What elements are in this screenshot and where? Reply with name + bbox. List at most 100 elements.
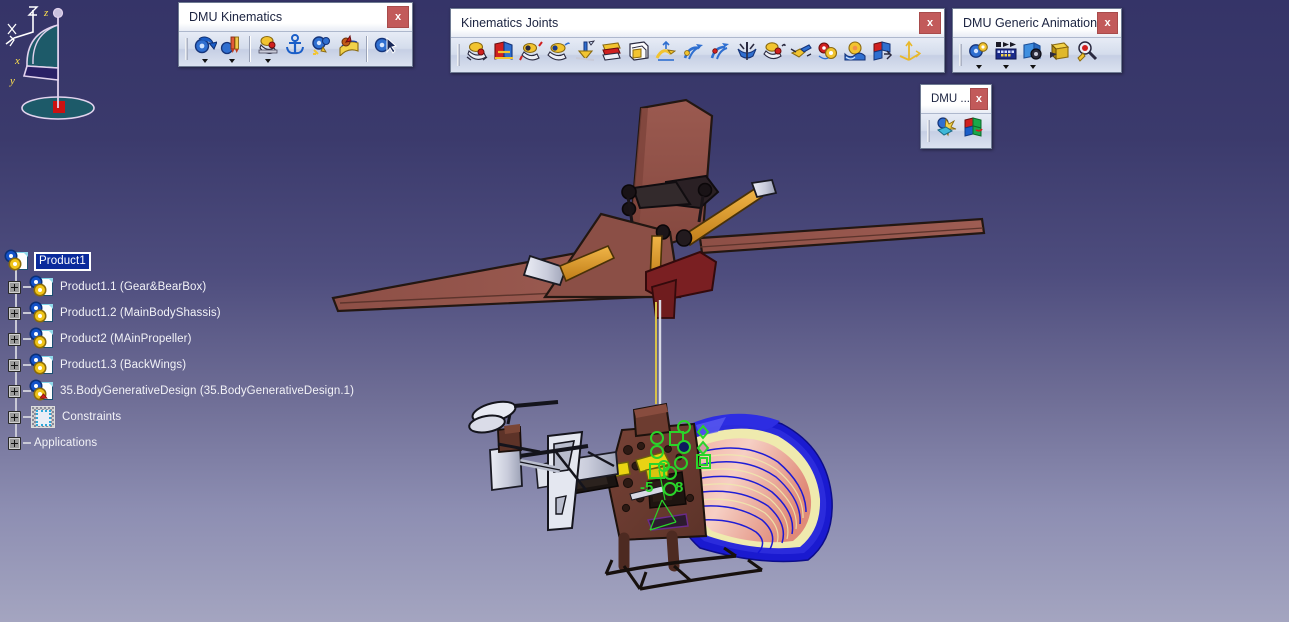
product-gear-icon [31, 277, 53, 297]
tree-item-mainbodyshassis[interactable]: Product1.2 (MainBodyShassis) [0, 300, 350, 326]
prismatic-joint-icon[interactable] [490, 40, 517, 70]
close-icon[interactable]: x [1097, 12, 1118, 34]
product-gear-icon [31, 329, 53, 349]
axis-joint-icon[interactable] [868, 40, 895, 70]
axis-system-indicator [5, 6, 39, 47]
tree-item-root[interactable]: Product1 [0, 248, 350, 274]
product-gear-icon [31, 303, 53, 323]
spherical-joint-icon[interactable] [544, 40, 571, 70]
constraints-icon [31, 406, 55, 428]
tree-item-label: Product1.1 (Gear&BearBox) [60, 280, 207, 293]
tree-item-label: Product1.2 (MainBodyShassis) [60, 306, 221, 319]
tree-item-applications[interactable]: Applications [0, 430, 350, 456]
tree-item-label: Constraints [62, 410, 122, 423]
fixed-part-icon[interactable] [218, 34, 245, 64]
toolbar-title: DMU Kinematics [189, 10, 283, 24]
specification-tree[interactable]: Product1 Product1.1 (Gear&BearBox) Produ… [0, 248, 354, 456]
toolbar-icon-row [921, 113, 991, 148]
expand-icon[interactable] [8, 280, 21, 294]
slide-curve-joint-icon[interactable] [841, 40, 868, 70]
toolbar-titlebar[interactable]: Kinematics Joints x [451, 9, 944, 37]
toolbar-titlebar[interactable]: DMU ... x [921, 85, 991, 113]
revolute-joint-icon[interactable] [463, 40, 490, 70]
annotation-value-2: 8 [675, 479, 683, 496]
rack-joint-icon[interactable] [706, 40, 733, 70]
tree-branch [23, 390, 31, 392]
toolbar-separator [249, 36, 250, 62]
mechanism-dressup-icon[interactable] [191, 34, 218, 64]
mechanism-select-icon[interactable] [371, 34, 398, 64]
rigid-joint-icon[interactable] [598, 40, 625, 70]
gear-joint-icon[interactable] [760, 40, 787, 70]
axis-system-icon[interactable] [895, 40, 922, 70]
product-gear-icon [6, 251, 28, 271]
simulation-with-commands-icon[interactable] [254, 34, 281, 64]
clash-detection-icon[interactable] [933, 116, 960, 146]
close-icon[interactable]: x [387, 6, 409, 28]
toolbar-title: DMU Generic Animation [963, 16, 1098, 30]
drag-grip[interactable] [959, 44, 962, 66]
expand-icon[interactable] [8, 436, 21, 450]
tree-branch [23, 442, 31, 444]
tree-item-label: Product2 (MAinPropeller) [60, 332, 192, 345]
annotation-value-1: -5 [640, 479, 653, 496]
track-editor-icon[interactable] [992, 40, 1019, 70]
toolbar-dmu-space-analysis[interactable]: DMU ... x [920, 84, 992, 149]
toolbar-titlebar[interactable]: DMU Generic Animation x [953, 9, 1121, 37]
close-icon[interactable]: x [919, 12, 941, 34]
mechanism-analysis-icon[interactable] [308, 34, 335, 64]
tree-branch [23, 416, 31, 418]
tree-item-constraints[interactable]: Constraints [0, 404, 350, 430]
roll-curve-joint-icon[interactable] [814, 40, 841, 70]
planar-joint-icon[interactable] [571, 40, 598, 70]
tree-branch [23, 312, 31, 314]
drag-grip[interactable] [457, 44, 460, 66]
main-rotor-blade-right [698, 217, 986, 255]
toolbar-icon-row [451, 37, 944, 72]
drag-grip[interactable] [185, 38, 188, 60]
expand-icon[interactable] [8, 384, 21, 398]
toolbar-dmu-kinematics[interactable]: DMU Kinematics x [178, 2, 413, 67]
speed-acceleration-icon[interactable] [335, 34, 362, 64]
anchor-fix-part-icon[interactable] [281, 34, 308, 64]
point-surface-joint-icon[interactable] [652, 40, 679, 70]
expand-icon[interactable] [8, 306, 21, 320]
drag-grip[interactable] [927, 120, 930, 142]
tree-item-backwings[interactable]: Product1.3 (BackWings) [0, 352, 350, 378]
tree-item-label: Product1 [34, 251, 91, 271]
tree-branch [23, 286, 31, 288]
tree-branch [23, 338, 31, 340]
tree-item-label: Product1.3 (BackWings) [60, 358, 187, 371]
toolbar-dmu-generic-animation[interactable]: DMU Generic Animation x [952, 8, 1122, 73]
toolbar-titlebar[interactable]: DMU Kinematics x [179, 3, 412, 31]
tree-item-label: 35.BodyGenerativeDesign (35.BodyGenerati… [60, 384, 355, 397]
compile-simulation-icon[interactable] [1046, 40, 1073, 70]
toolbar-title: DMU ... [931, 93, 970, 105]
expand-icon[interactable] [8, 332, 21, 346]
point-curve-joint-icon[interactable] [625, 40, 652, 70]
close-icon[interactable]: x [969, 88, 988, 110]
sectioning-icon[interactable] [960, 116, 987, 146]
cable-joint-icon[interactable] [733, 40, 760, 70]
screw-joint-icon[interactable] [679, 40, 706, 70]
compass-label-x: x [14, 55, 20, 67]
u-joint-icon[interactable] [787, 40, 814, 70]
toolbar-separator [366, 36, 367, 62]
product-gear-icon [31, 355, 53, 375]
analysis-inspect-icon[interactable] [1073, 40, 1100, 70]
tree-item-label: Applications [34, 436, 98, 449]
camera-viewpoint-icon[interactable] [1019, 40, 1046, 70]
expand-icon[interactable] [8, 358, 21, 372]
simulation-player-icon[interactable] [965, 40, 992, 70]
compass-label-y: y [9, 75, 15, 87]
part-generative-icon [31, 381, 53, 401]
toolbar-title: Kinematics Joints [461, 16, 559, 30]
cylindrical-joint-icon[interactable] [517, 40, 544, 70]
expand-icon[interactable] [8, 410, 21, 424]
tree-item-mainpropeller[interactable]: Product2 (MAinPropeller) [0, 326, 350, 352]
tree-item-gear-bearbox[interactable]: Product1.1 (Gear&BearBox) [0, 274, 350, 300]
toolbar-kinematics-joints[interactable]: Kinematics Joints x [450, 8, 945, 73]
tree-item-bodygenerativedesign[interactable]: 35.BodyGenerativeDesign (35.BodyGenerati… [0, 378, 354, 404]
generative-badge-icon [39, 393, 48, 399]
main-rotor-blade-left [331, 212, 682, 313]
